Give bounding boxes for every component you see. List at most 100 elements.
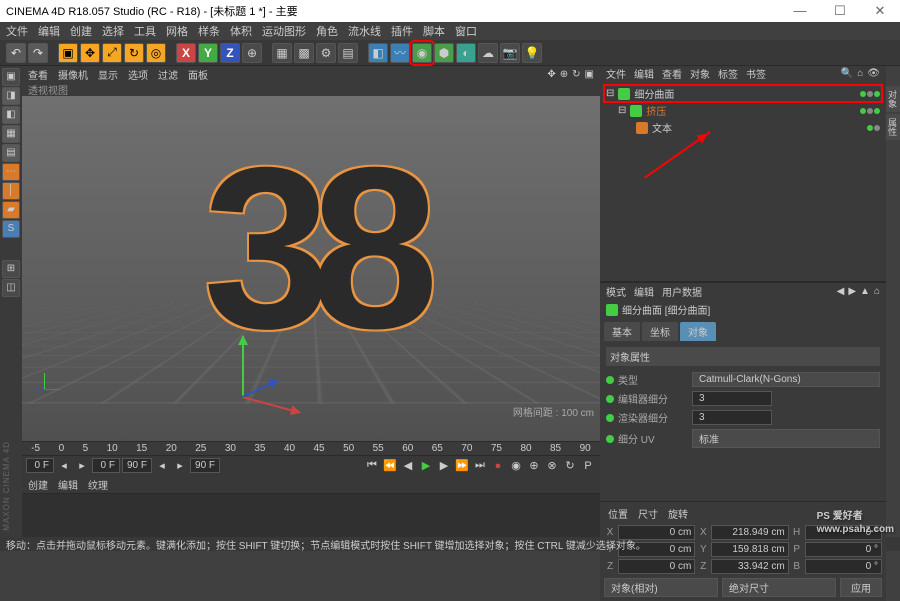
om-menu-object[interactable]: 对象 xyxy=(690,66,710,81)
menu-window[interactable]: 窗口 xyxy=(455,23,477,39)
key-param-button[interactable]: P xyxy=(580,460,596,472)
coord-p[interactable]: 0 ° xyxy=(805,542,882,557)
record-button[interactable]: ● xyxy=(490,460,506,472)
redo-button[interactable]: ↷ xyxy=(28,43,48,63)
eye-icon[interactable]: 👁 xyxy=(867,68,880,79)
attr-tab-coord[interactable]: 坐标 xyxy=(642,322,678,341)
vp-menu-view[interactable]: 查看 xyxy=(28,67,48,82)
snap-button[interactable]: ⊞ xyxy=(2,260,20,278)
vp-menu-options[interactable]: 选项 xyxy=(128,67,148,82)
vp-menu-camera[interactable]: 摄像机 xyxy=(58,67,88,82)
prev-key-button[interactable]: ⏪ xyxy=(382,459,398,472)
menu-select[interactable]: 选择 xyxy=(102,23,124,39)
workplane-button[interactable]: ▤ xyxy=(2,144,20,162)
vp-menu-display[interactable]: 显示 xyxy=(98,67,118,82)
camera-button[interactable]: 📷 xyxy=(500,43,520,63)
attr-lock-icon[interactable]: ⌂ xyxy=(874,286,880,297)
gizmo-z-axis[interactable] xyxy=(242,379,279,398)
point-mode-button[interactable]: ⋯ xyxy=(2,163,20,181)
menu-tools[interactable]: 工具 xyxy=(134,23,156,39)
attr-uv-select[interactable]: 标准 xyxy=(692,429,880,448)
axis-y-toggle[interactable]: Y xyxy=(198,43,218,63)
next-frame-button[interactable]: ▶ xyxy=(436,459,452,472)
key-rot-button[interactable]: ↻ xyxy=(562,459,578,472)
maximize-button[interactable]: ☐ xyxy=(826,3,854,19)
deformer-button[interactable]: ◐ xyxy=(456,43,476,63)
attr-editor-subdiv[interactable]: 3 xyxy=(692,391,772,406)
spline-primitive-button[interactable]: 〰 xyxy=(390,43,410,63)
model-mode-button[interactable]: ◨ xyxy=(2,87,20,105)
coord-tab-position[interactable]: 位置 xyxy=(608,506,628,521)
viewport-3d[interactable]: 38 网格间距 : 100 cm xyxy=(22,96,600,441)
rp-tab-2[interactable]: 属性 xyxy=(886,114,900,140)
mat-tab-edit[interactable]: 编辑 xyxy=(58,477,78,492)
menu-volume[interactable]: 体积 xyxy=(230,23,252,39)
menu-create[interactable]: 创建 xyxy=(70,23,92,39)
menu-character[interactable]: 角色 xyxy=(316,23,338,39)
coord-sy[interactable]: 159.818 cm xyxy=(711,542,788,557)
vp-maximize-icon[interactable]: ▣ xyxy=(585,69,594,80)
minimize-button[interactable]: — xyxy=(786,3,814,19)
play-button[interactable]: ▶ xyxy=(418,459,434,472)
om-menu-edit[interactable]: 编辑 xyxy=(634,66,654,81)
menu-spline[interactable]: 样条 xyxy=(198,23,220,39)
move-button[interactable]: ✥ xyxy=(80,43,100,63)
render-region-button[interactable]: ▩ xyxy=(294,43,314,63)
coord-tab-size[interactable]: 尺寸 xyxy=(638,506,658,521)
gizmo-y-axis[interactable] xyxy=(242,336,244,396)
coord-b[interactable]: 0 ° xyxy=(805,559,882,574)
coord-sz[interactable]: 33.942 cm xyxy=(711,559,788,574)
menu-plugins[interactable]: 插件 xyxy=(391,23,413,39)
attr-prev-icon[interactable]: ◀ xyxy=(837,286,845,297)
undo-button[interactable]: ↶ xyxy=(6,43,26,63)
frame-start[interactable]: 0 F xyxy=(92,458,120,473)
coord-z[interactable]: 0 cm xyxy=(618,559,695,574)
key-scale-button[interactable]: ⊗ xyxy=(544,459,560,472)
attr-type-select[interactable]: Catmull-Clark(N-Gons) xyxy=(692,372,880,387)
attr-next-icon[interactable]: ▶ xyxy=(848,286,856,297)
axis-z-toggle[interactable]: Z xyxy=(220,43,240,63)
vp-rotate-icon[interactable]: ↻ xyxy=(572,69,580,80)
close-button[interactable]: ✕ xyxy=(866,3,894,19)
edge-mode-button[interactable]: │ xyxy=(2,182,20,200)
array-generator-button[interactable]: ⬢ xyxy=(434,43,454,63)
attr-up-icon[interactable]: ▲ xyxy=(860,286,870,297)
object-mode-button[interactable]: ◧ xyxy=(2,106,20,124)
live-select-button[interactable]: ▣ xyxy=(58,43,78,63)
coord-tab-rotation[interactable]: 旋转 xyxy=(668,506,688,521)
vp-nav-icon[interactable]: ✥ xyxy=(547,69,555,80)
attr-menu-userdata[interactable]: 用户数据 xyxy=(662,284,702,299)
goto-end-button[interactable]: ⏭ xyxy=(472,459,488,472)
rp-tab-1[interactable]: 对象 xyxy=(886,86,900,112)
scale-button[interactable]: ⤢ xyxy=(102,43,122,63)
frame-current[interactable]: 0 F xyxy=(26,458,54,473)
make-editable-button[interactable]: ▣ xyxy=(2,68,20,86)
material-manager[interactable] xyxy=(22,493,600,537)
menu-script[interactable]: 脚本 xyxy=(423,23,445,39)
object-manager-tree[interactable]: ⊟ 细分曲面 ⊟ 挤压 文本 xyxy=(600,81,886,281)
object-row-extrude[interactable]: ⊟ 挤压 xyxy=(604,102,882,119)
frame-end[interactable]: 90 F xyxy=(122,458,152,473)
picture-viewer-button[interactable]: ▤ xyxy=(338,43,358,63)
om-menu-view[interactable]: 查看 xyxy=(662,66,682,81)
goto-start-button[interactable]: ⏮ xyxy=(364,459,380,472)
vp-menu-panel[interactable]: 面板 xyxy=(188,67,208,82)
vp-zoom-icon[interactable]: ⊕ xyxy=(560,69,568,80)
coord-system-button[interactable]: ⊕ xyxy=(242,43,262,63)
subdiv-generator-button[interactable]: ◉ xyxy=(412,43,432,63)
cube-primitive-button[interactable]: ◧ xyxy=(368,43,388,63)
coord-mode2[interactable]: 绝对尺寸 xyxy=(722,578,836,597)
search-icon[interactable]: 🔍 xyxy=(841,68,853,79)
menu-mesh[interactable]: 网格 xyxy=(166,23,188,39)
mat-tab-texture[interactable]: 纹理 xyxy=(88,477,108,492)
polygon-mode-button[interactable]: ▰ xyxy=(2,201,20,219)
attr-menu-mode[interactable]: 模式 xyxy=(606,284,626,299)
rotate-button[interactable]: ↻ xyxy=(124,43,144,63)
object-row-text[interactable]: 文本 xyxy=(604,119,882,136)
move-gizmo[interactable] xyxy=(202,376,282,441)
key-pos-button[interactable]: ⊕ xyxy=(526,459,542,472)
attr-tab-object[interactable]: 对象 xyxy=(680,322,716,341)
coord-apply-button[interactable]: 应用 xyxy=(840,578,882,597)
menu-edit[interactable]: 编辑 xyxy=(38,23,60,39)
snap-settings-button[interactable]: ◫ xyxy=(2,279,20,297)
